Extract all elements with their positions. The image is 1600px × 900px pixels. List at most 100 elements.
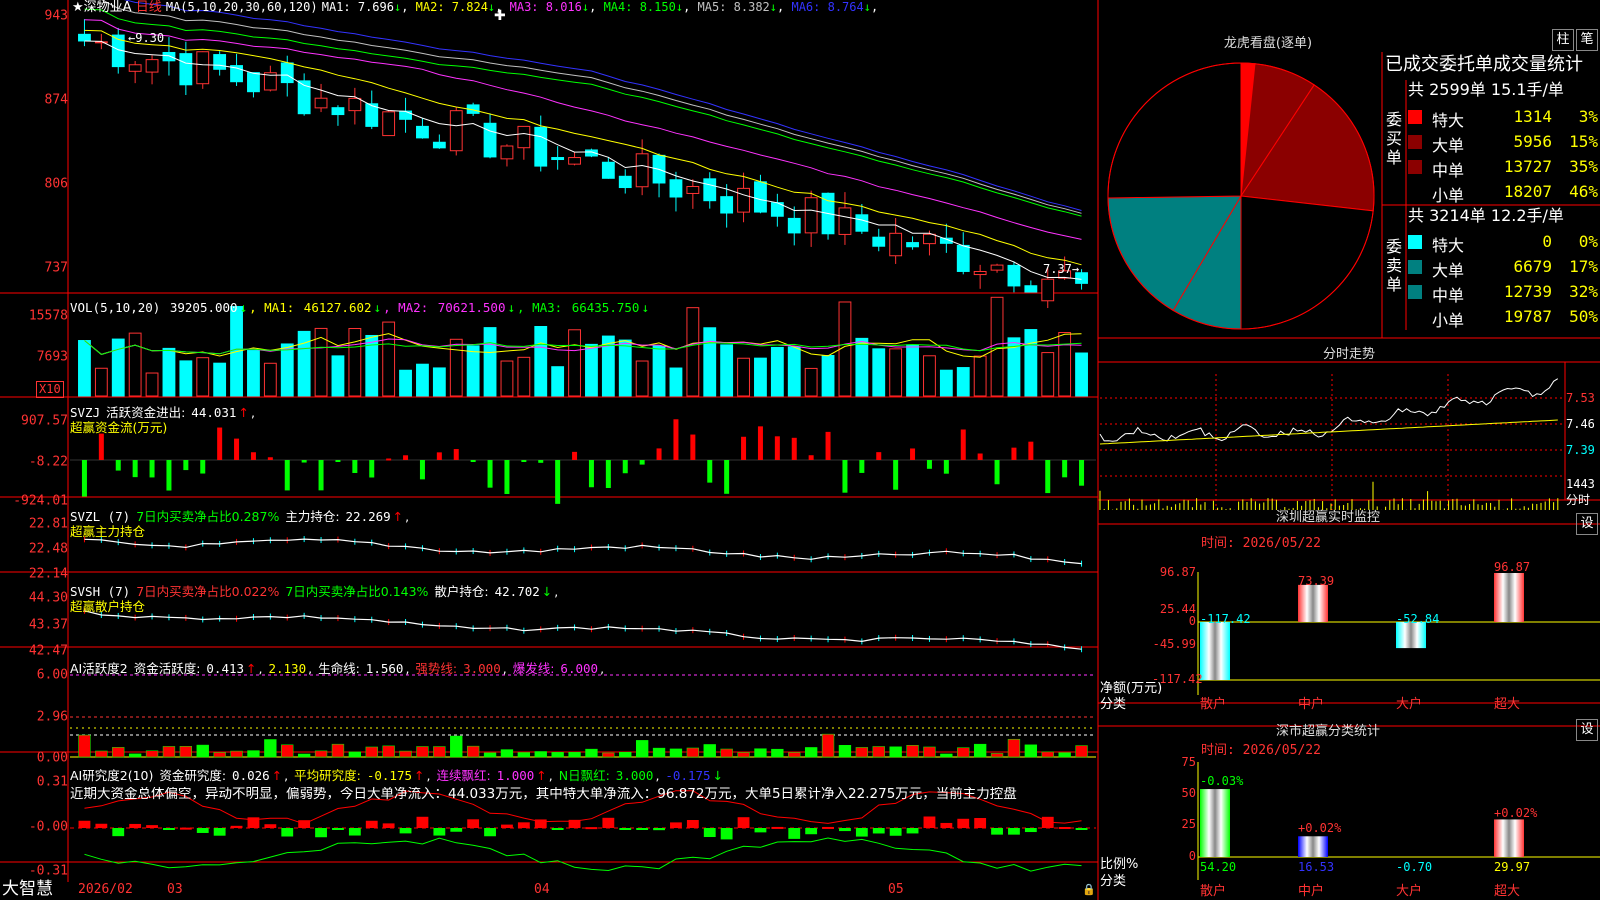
ai1-bar [686,747,700,758]
svzl-series [83,536,1083,567]
volume-bar [821,354,835,397]
classify-title: 深市超赢分类统计 [1275,724,1380,739]
ai2-bar [737,817,750,828]
svzj-bar [318,460,324,491]
ai1-bar [1041,751,1054,758]
stock-name[interactable]: 深物业A [84,0,132,15]
ai2-bar [957,818,970,828]
intraday-vol-unit: 分时 [1566,493,1591,507]
svzj-bar [842,460,848,493]
ai2-bar [703,828,716,838]
svzj-bar [453,449,459,460]
ai1-bar [619,751,632,758]
ai2-bar [230,825,243,828]
vol-ma-arrow: ↓ [507,300,516,315]
svzj-bar [234,438,240,460]
classify-category: 超大 [1494,884,1521,899]
volume-bar [280,343,294,397]
stat-row: 小单 19787 50% [1408,306,1600,330]
row-volume: 13727 [1503,157,1552,176]
color-swatch [1408,135,1422,149]
ai2-series [78,790,1088,872]
ai1-bar [669,748,683,758]
bar-mode-button[interactable]: 柱 [1552,29,1574,51]
ai1-bar [804,747,818,758]
svzj-bar [977,453,983,460]
ai2-bar [788,828,801,839]
period-label[interactable]: 日线 [136,0,162,15]
svzj-y-tick: 907.57 [21,413,68,429]
ai1-indicator-line: AI活跃度2 资金活跃度: 0.413 ↑, 2.130, 生命线: 1.560,… [70,661,605,676]
monitor-y-tick: -45.99 [1152,637,1196,651]
classify-bar [1494,819,1524,857]
volume-bar [939,369,953,397]
ai2-bar [754,828,767,833]
volume-bar [585,343,598,397]
ai2-bar [822,826,834,829]
volume-bar [128,332,142,397]
volume-bar [297,330,311,397]
svzj-bar [538,460,544,463]
svsh-series [83,607,1083,653]
ai1-bar [213,751,226,758]
volume-bar [1058,332,1072,397]
svzj-bar [724,460,730,494]
svzj-bar [132,460,138,478]
vol-unit-badge[interactable]: X10 [36,381,64,398]
volume-bar [432,367,446,397]
ai1-bar [1058,752,1071,758]
main-y-tick: 806 [44,176,68,192]
main-indicator-line: ★深物业A 日线 MA(5,10,20,30,60,120) MA1: 7.69… [72,0,878,15]
ai1-bar [990,753,1004,758]
row-name: 大单 [1432,136,1465,155]
tick-mode-button[interactable]: 笔 [1576,29,1598,51]
dragon-title: 龙虎看盘(逐单) [1223,36,1313,51]
star-icon[interactable]: ★ [72,0,84,15]
svzj-bar [673,419,679,460]
ai1-bar [838,745,852,758]
ai1-bar [433,746,446,758]
ai2-bar [315,828,327,838]
volume-bar [213,362,227,397]
svzj-bar [250,452,256,460]
candle-body [923,233,936,245]
svzj-bar [166,460,172,491]
svzj-bar [436,452,442,460]
svsh-y-tick: 44.30 [28,590,68,606]
svzj-bar [656,448,662,460]
ai2-bar [872,828,885,834]
ai1-bar [652,747,666,758]
volume-bar [94,367,108,397]
svzj-y-tick: -924.01 [13,493,68,509]
ma-value: 8.764 [827,0,864,14]
volume-bar [804,367,818,397]
candle-body [416,125,429,139]
row-name: 小单 [1432,186,1465,205]
ai2-bar [433,828,446,836]
svsh-indicator-line: SVSH (7) 7日内买卖净占比0.022% 7日内买卖净占比0.143% 散… [70,584,559,599]
svzj-bar [1079,460,1085,486]
svzj-bar [419,460,425,480]
app-brand[interactable]: 大智慧 [2,879,53,899]
svzj-bar [149,460,155,478]
classify-y-tick: 25 [1181,817,1196,831]
sell-total: 共 3214单 12.2手/单 [1408,206,1564,225]
row-name: 特大 [1432,236,1465,255]
svzj-bar [1028,441,1034,460]
ai2-y-tick: -0.31 [28,863,68,879]
monitor-category: 超大 [1494,697,1521,712]
ai1-bar [973,743,987,758]
vol-value: 39205.000 [169,300,238,315]
monitor-value-label: 96.87 [1494,560,1531,574]
ai1-y-tick: 6.00 [36,667,68,683]
svzj-bar [639,460,645,465]
vol-ma-label: , MA3: [517,300,570,315]
vol-ma-value: 66435.750 [571,300,640,315]
candle-body [618,175,632,189]
classify-y-tick: 0 [1188,849,1196,863]
classify-settings-button[interactable]: 设 [1576,719,1598,741]
classify-y-label: 比例% [1100,857,1139,872]
row-percent: 0% [1578,232,1598,251]
lock-icon[interactable]: 🔒 [1082,882,1096,897]
monitor-settings-button[interactable]: 设 [1576,513,1598,535]
